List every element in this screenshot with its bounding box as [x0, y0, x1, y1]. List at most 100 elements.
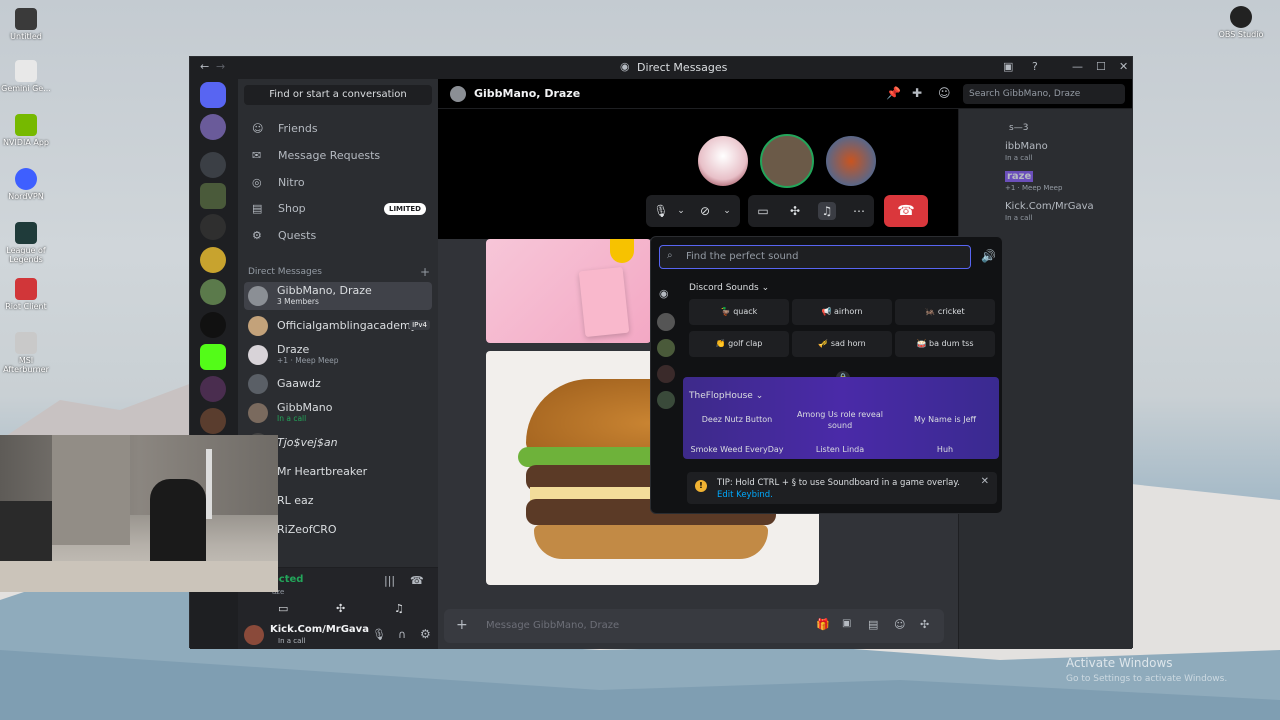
sound-button[interactable]: Deez Nutz Button: [687, 407, 787, 433]
minimize-button[interactable]: —: [1072, 60, 1083, 73]
sound-button[interactable]: Huh: [895, 439, 995, 461]
pin-icon[interactable]: 📌: [886, 86, 901, 100]
attachment-image[interactable]: [486, 239, 651, 343]
sound-button[interactable]: Among Us role reveal sound: [790, 407, 890, 433]
desktop-icon-obs[interactable]: OBS Studio: [1215, 6, 1267, 39]
server-icon[interactable]: [657, 365, 675, 383]
chevron-down-icon[interactable]: ⌄: [672, 202, 690, 220]
activities-icon[interactable]: ✣: [786, 202, 804, 220]
home-button[interactable]: [200, 82, 226, 108]
server-icon[interactable]: [200, 114, 226, 140]
chat-search-input[interactable]: Search GibbMano, Draze: [963, 84, 1125, 104]
server-icon[interactable]: [200, 376, 226, 402]
headphones-icon[interactable]: ∩: [398, 628, 406, 641]
server-icon[interactable]: [657, 313, 675, 331]
screen-share-icon[interactable]: ▭: [754, 202, 772, 220]
nav-friends[interactable]: ☺ Friends: [244, 117, 432, 141]
more-options-icon[interactable]: ⋯: [850, 202, 868, 220]
member-name[interactable]: Kick.Com/MrGava: [1005, 201, 1094, 212]
desktop-icon-untitled[interactable]: Untitled: [0, 8, 52, 41]
sound-button[interactable]: 🦗 cricket: [895, 299, 995, 325]
server-icon[interactable]: [200, 183, 226, 209]
soundboard-icon[interactable]: ♫: [818, 202, 836, 220]
desktop-icon-nvidia[interactable]: NVIDIA App: [0, 114, 52, 147]
user-avatar[interactable]: [244, 625, 264, 645]
server-icon[interactable]: [657, 339, 675, 357]
member-list-icon[interactable]: ☺: [938, 86, 951, 100]
dm-item[interactable]: GibbMano, Draze 3 Members: [244, 282, 432, 310]
help-icon[interactable]: ?: [1032, 60, 1038, 73]
gift-icon[interactable]: 🎁: [816, 618, 830, 631]
call-participant-avatar[interactable]: [696, 134, 750, 188]
inbox-icon[interactable]: ▣: [1003, 60, 1013, 73]
sound-button[interactable]: 🎺 sad horn: [792, 331, 892, 357]
server-icon[interactable]: [200, 247, 226, 273]
maximize-button[interactable]: ☐: [1096, 60, 1106, 73]
camera-off-icon[interactable]: ⊘: [696, 202, 714, 220]
dm-item[interactable]: Draze +1 · Meep Meep: [244, 341, 432, 369]
server-icon[interactable]: [200, 214, 226, 240]
message-input[interactable]: Message GibbMano, Draze: [486, 620, 619, 631]
settings-gear-icon[interactable]: ⚙: [420, 627, 431, 641]
screen-share-icon[interactable]: ▭: [278, 602, 288, 615]
forward-arrow-icon[interactable]: →: [216, 60, 225, 73]
sound-button[interactable]: My Name is Jeff: [895, 407, 995, 433]
nav-nitro[interactable]: ◎ Nitro: [244, 171, 432, 195]
sound-button[interactable]: 🥁 ba dum tss: [895, 331, 995, 357]
microphone-icon[interactable]: 🎙: [652, 202, 670, 220]
call-participant-avatar[interactable]: [760, 134, 814, 188]
message-composer[interactable]: + Message GibbMano, Draze 🎁 ▣ ▤ ☺ ✣: [444, 609, 944, 643]
dm-item[interactable]: Officialgamblingacademy IPv4: [244, 312, 432, 340]
chevron-down-icon[interactable]: ⌄: [718, 202, 736, 220]
server-icon[interactable]: [200, 408, 226, 434]
server-icon[interactable]: [657, 391, 675, 409]
server-icon[interactable]: [200, 312, 226, 338]
sound-search-input[interactable]: Find the perfect sound: [659, 245, 971, 269]
noise-suppression-icon[interactable]: |||: [384, 574, 395, 587]
server-icon[interactable]: [200, 279, 226, 305]
close-button[interactable]: ✕: [1119, 60, 1128, 73]
call-participant-avatar[interactable]: [824, 134, 878, 188]
nav-shop[interactable]: ▤ Shop LIMITED: [244, 197, 432, 221]
disconnect-icon[interactable]: ☎: [410, 574, 424, 587]
discord-logo-icon[interactable]: ◉: [659, 287, 669, 300]
emoji-icon[interactable]: ☺: [894, 618, 905, 631]
nav-quests[interactable]: ⚙ Quests: [244, 224, 432, 248]
member-name[interactable]: ibbMano: [1005, 141, 1048, 152]
member-name[interactable]: raze: [1005, 171, 1034, 182]
desktop-icon-league[interactable]: League of Legends: [0, 222, 52, 264]
volume-icon[interactable]: 🔊: [981, 249, 996, 263]
soundboard-icon[interactable]: ♫: [394, 602, 404, 615]
edit-keybind-link[interactable]: Edit Keybind.: [717, 490, 773, 500]
server-icon[interactable]: [200, 344, 226, 370]
soundboard-popup: Find the perfect sound ⌕ 🔊 ◉ Discord Sou…: [650, 236, 1003, 514]
dm-item[interactable]: Gaawdz: [244, 370, 432, 398]
sound-button[interactable]: Smoke Weed EveryDay: [687, 439, 787, 461]
theflophouse-header[interactable]: TheFlopHouse ⌄: [689, 391, 763, 401]
sound-button[interactable]: 👏 golf clap: [689, 331, 789, 357]
end-call-button[interactable]: ☎: [884, 195, 928, 227]
desktop-icon-riot[interactable]: Riot Client: [0, 278, 52, 311]
add-friends-icon[interactable]: ✚: [912, 86, 922, 100]
close-icon[interactable]: ✕: [981, 476, 989, 488]
desktop-icon-msi[interactable]: MSI Afterburner: [0, 332, 52, 374]
apps-icon[interactable]: ✣: [920, 618, 929, 631]
add-attachment-icon[interactable]: +: [456, 617, 468, 633]
desktop-icon-nordvpn[interactable]: NordVPN: [0, 168, 52, 201]
webcam-lamp-image: [206, 449, 212, 519]
sound-button[interactable]: Listen Linda: [790, 439, 890, 461]
back-arrow-icon[interactable]: ←: [200, 60, 209, 73]
desktop-icon-gemini[interactable]: Gemini Ge...: [0, 60, 52, 93]
discord-sounds-header[interactable]: Discord Sounds ⌄: [689, 283, 769, 293]
create-dm-plus-icon[interactable]: +: [420, 265, 430, 279]
nav-message-requests[interactable]: ✉ Message Requests: [244, 144, 432, 168]
microphone-icon[interactable]: 🎙: [372, 628, 386, 641]
activities-icon[interactable]: ✣: [336, 602, 345, 615]
server-icon[interactable]: [200, 152, 226, 178]
dm-item[interactable]: GibbMano In a call: [244, 399, 432, 427]
sound-button[interactable]: 🦆 quack: [689, 299, 789, 325]
sound-button[interactable]: 📢 airhorn: [792, 299, 892, 325]
sticker-icon[interactable]: ▤: [868, 618, 878, 631]
gif-icon[interactable]: ▣: [842, 618, 851, 629]
find-conversation-button[interactable]: Find or start a conversation: [244, 85, 432, 105]
